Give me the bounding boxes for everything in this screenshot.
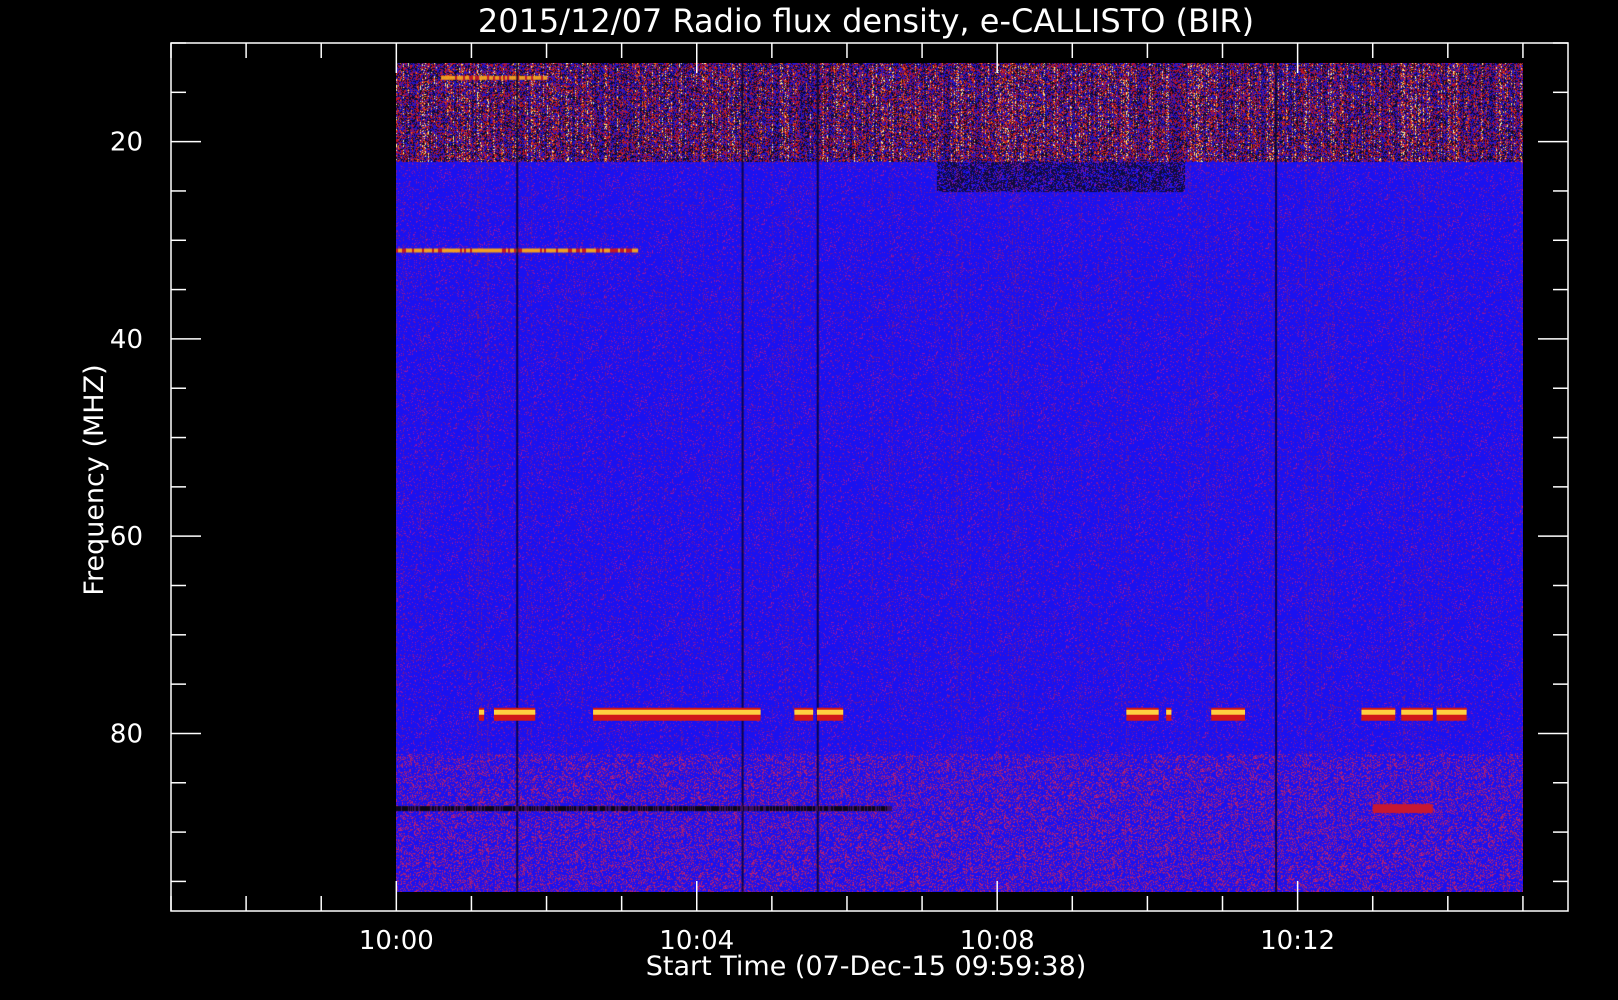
spectrogram-image — [396, 62, 1524, 892]
burst-core-4 — [816, 709, 844, 715]
burst-core-8 — [1361, 709, 1396, 715]
chart-title: 2015/12/07 Radio flux density, e-CALLIST… — [478, 2, 1254, 40]
burst-core-0 — [478, 709, 485, 715]
y-tick-label: 60 — [110, 522, 143, 552]
x-tick-label: 10:12 — [1260, 926, 1335, 956]
x-tick-label: 10:00 — [359, 926, 434, 956]
burst-core-9 — [1401, 709, 1433, 715]
y-tick-label: 80 — [110, 719, 143, 749]
burst-core-10 — [1436, 709, 1467, 715]
y-axis-label: Frequency (MHZ) — [79, 364, 110, 595]
burst-core-1 — [493, 709, 536, 715]
x-axis-label: Start Time (07-Dec-15 09:59:38) — [646, 951, 1087, 982]
burst-core-2 — [593, 709, 761, 715]
burst-core-7 — [1211, 709, 1246, 715]
spectrogram-figure: 2015/12/07 Radio flux density, e-CALLIST… — [0, 0, 1618, 1000]
spectrogram-heatmap — [396, 62, 1524, 892]
burst-core-5 — [1126, 709, 1159, 715]
y-tick-label: 20 — [110, 128, 143, 158]
y-tick-label: 40 — [110, 325, 143, 355]
burst-core-3 — [794, 709, 814, 715]
burst-core-6 — [1166, 709, 1172, 715]
